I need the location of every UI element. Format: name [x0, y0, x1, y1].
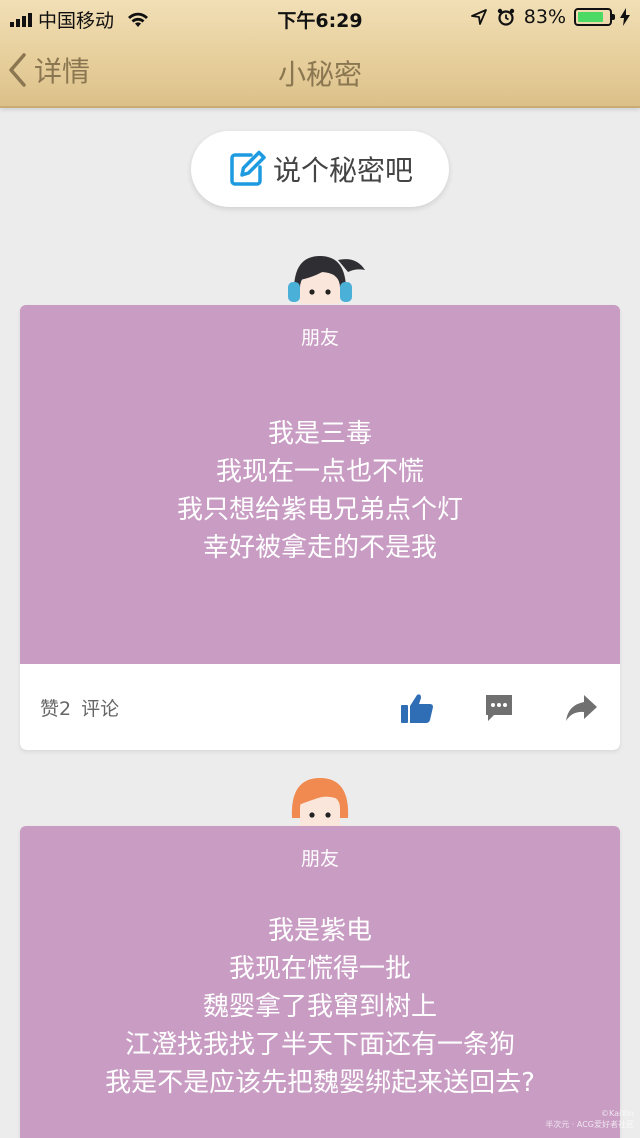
watermark: ©KaiXin 半次元 · ACG爱好者社区: [545, 1109, 634, 1129]
relation-label: 朋友: [300, 848, 339, 870]
write-secret-label: 说个秘密吧: [272, 154, 413, 187]
secret-card[interactable]: 朋友 我是紫电 我现在慌得一批 魏婴拿了我窜到树上 江澄找我找了半天下面还有一条…: [20, 826, 620, 1138]
comment-icon: [486, 695, 512, 721]
secret-line: 我现在慌得一批: [228, 954, 411, 984]
battery-percent: 83%: [523, 6, 566, 28]
write-secret-button[interactable]: 说个秘密吧: [191, 131, 449, 207]
share-icon: [566, 695, 597, 721]
navigation-bar: 详情 小秘密: [0, 40, 640, 104]
likes-count: 赞2: [40, 698, 72, 720]
secret-line: 江澄找我找了半天下面还有一条狗: [124, 1030, 515, 1060]
secret-line: 我是不是应该先把魏婴绑起来送回去?: [105, 1068, 535, 1098]
card-footer: 赞2 评论: [20, 664, 620, 750]
edit-icon: [230, 150, 266, 186]
like-button[interactable]: [397, 688, 437, 728]
secret-line: 幸好被拿走的不是我: [202, 533, 437, 563]
battery-icon: [574, 8, 615, 26]
like-icon: [401, 694, 433, 723]
comments-label: 评论: [81, 698, 120, 720]
secret-line: 我现在一点也不慌: [215, 457, 424, 487]
secret-text: 我是紫电 我现在慌得一批 魏婴拿了我窜到树上 江澄找我找了半天下面还有一条狗 我…: [20, 912, 620, 1102]
location-icon: [470, 9, 487, 25]
comment-button[interactable]: [479, 688, 519, 728]
alarm-icon: [497, 8, 514, 26]
page-title: 小秘密: [277, 58, 362, 91]
share-button[interactable]: [561, 688, 601, 728]
secret-line: 我是三毒: [267, 419, 372, 449]
secret-text: 我是三毒 我现在一点也不慌 我只想给紫电兄弟点个灯 幸好被拿走的不是我: [20, 415, 620, 567]
charging-icon: [620, 8, 630, 26]
secret-line: 魏婴拿了我窜到树上: [202, 992, 437, 1022]
top-bar: 中国移动 下午6:29 83% 详情 小秘密: [0, 0, 640, 108]
secret-line: 我是紫电: [267, 916, 372, 946]
secret-card[interactable]: 朋友 我是三毒 我现在一点也不慌 我只想给紫电兄弟点个灯 幸好被拿走的不是我 赞…: [20, 305, 620, 750]
status-bar: 中国移动 下午6:29 83%: [0, 0, 640, 36]
relation-label: 朋友: [300, 327, 339, 349]
secret-line: 我只想给紫电兄弟点个灯: [176, 495, 463, 525]
